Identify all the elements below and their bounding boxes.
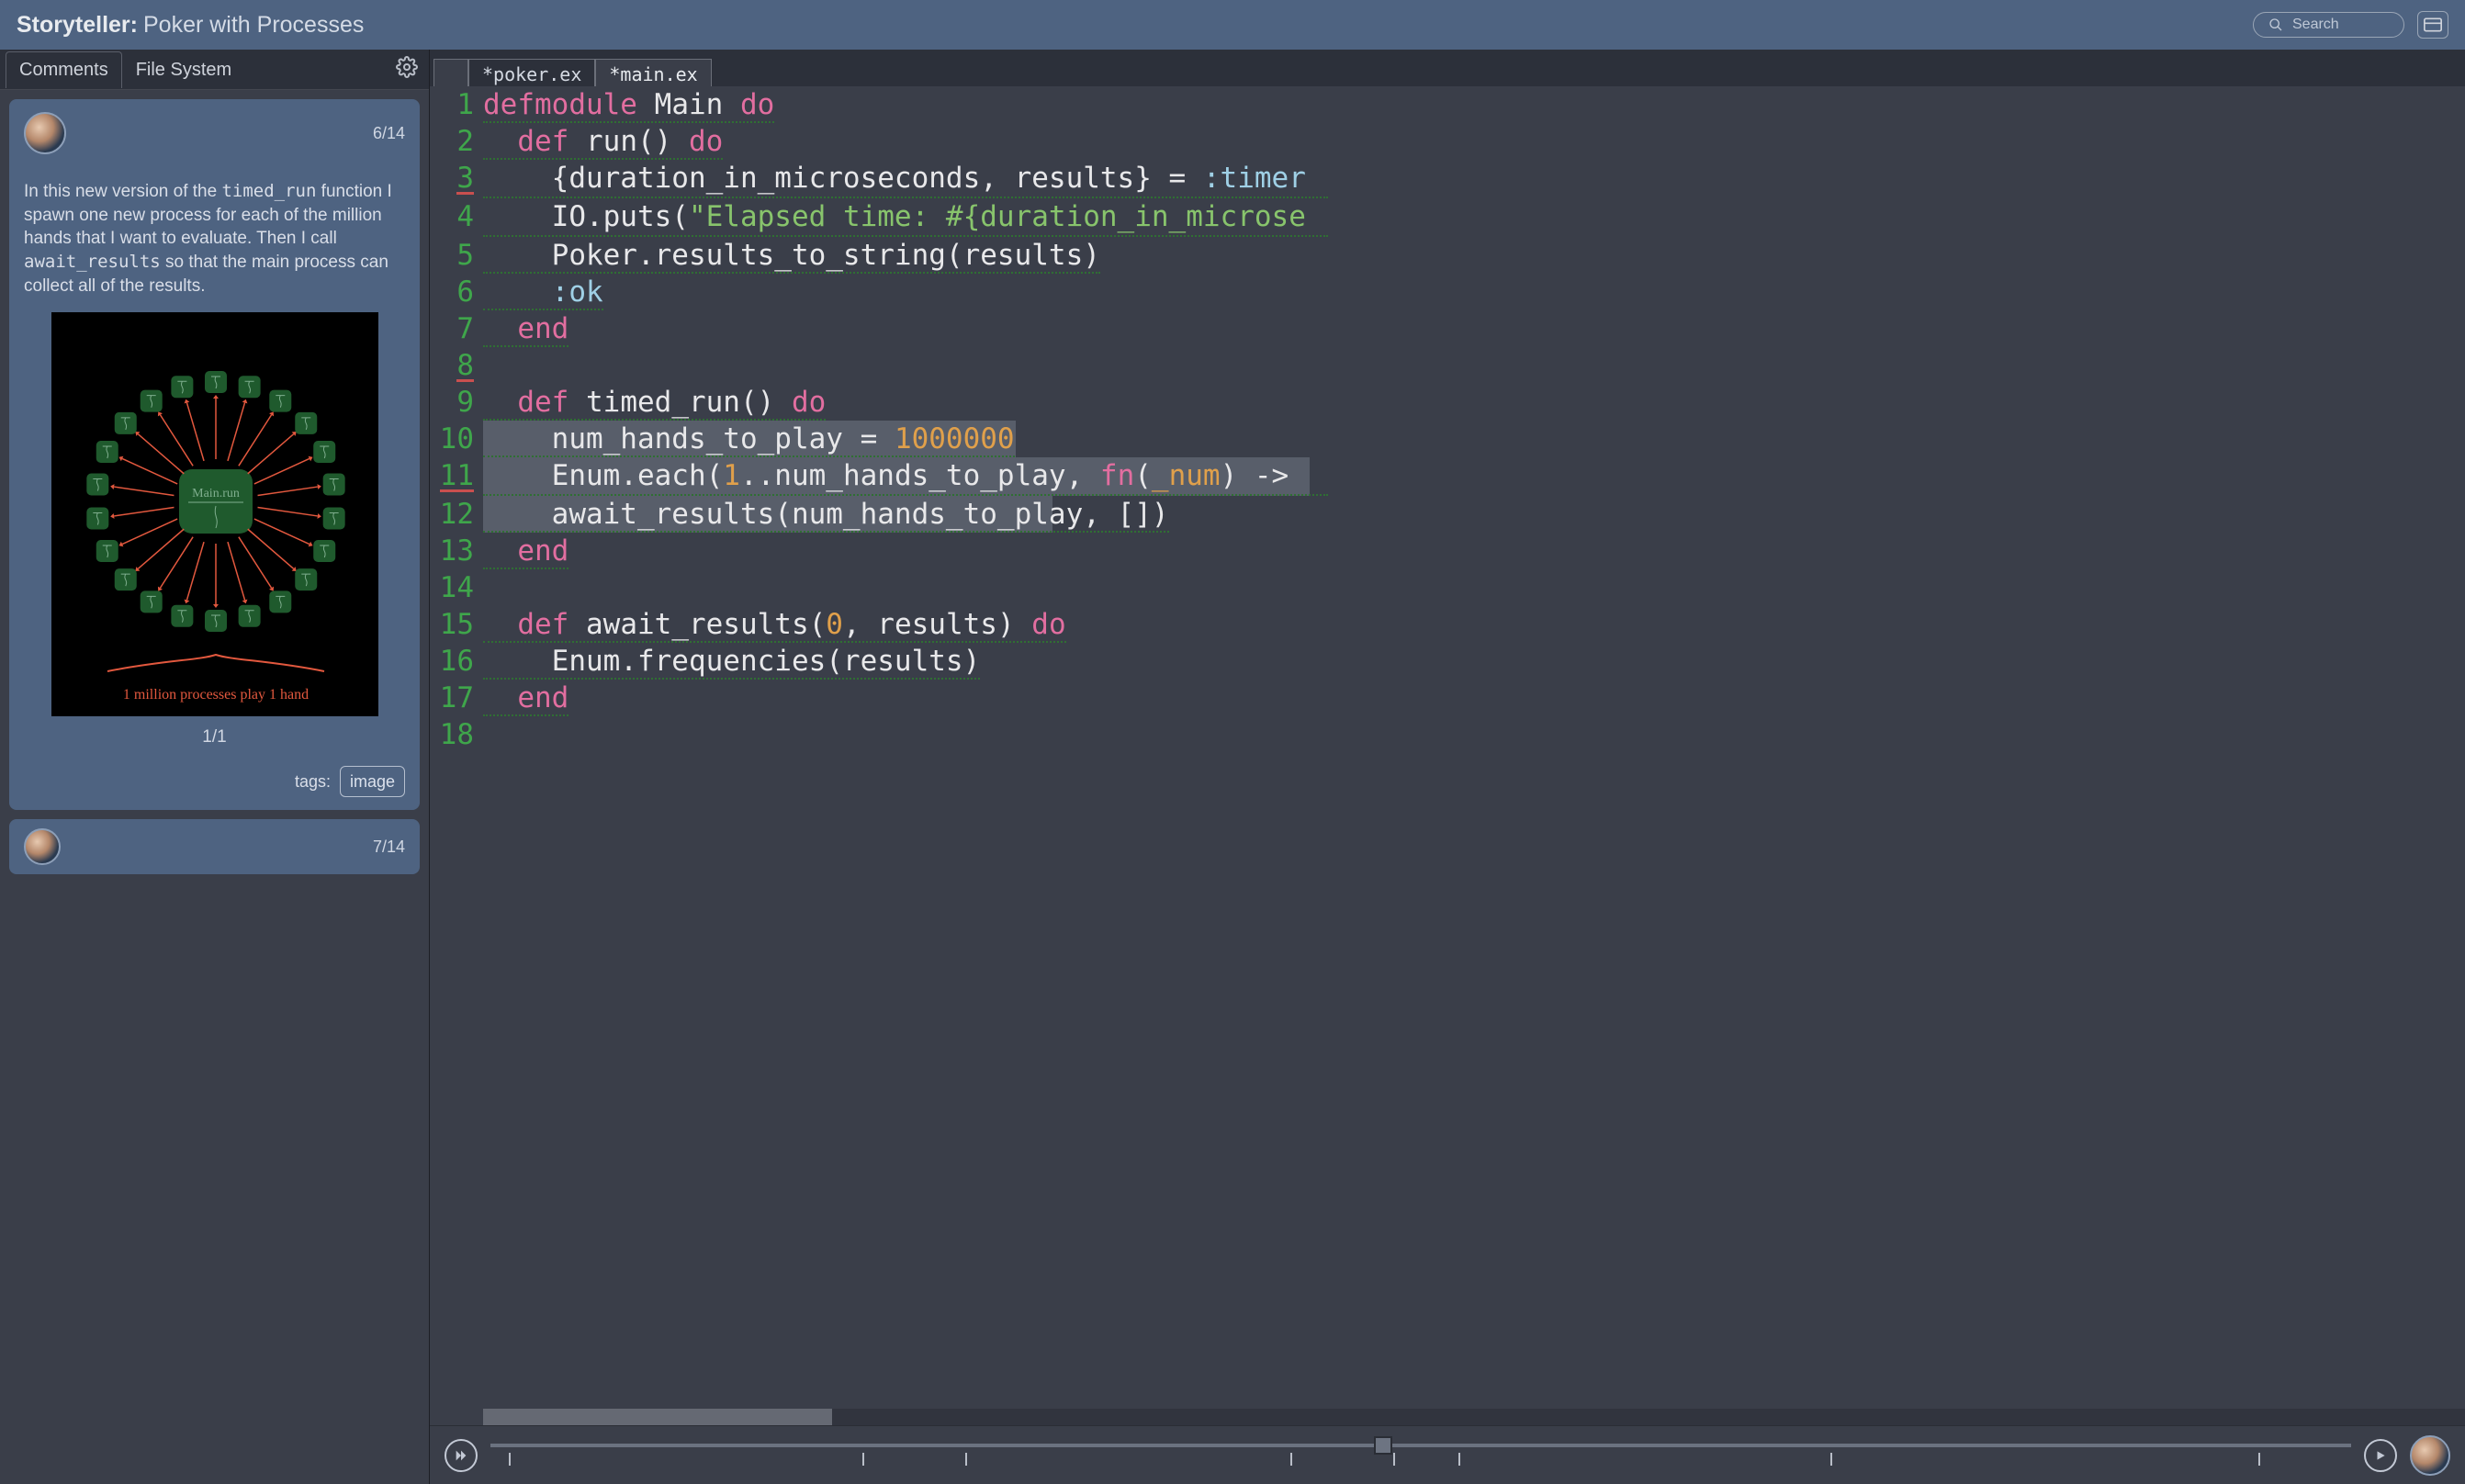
timeline-tick [965, 1453, 967, 1466]
line-number: 13 [430, 533, 483, 569]
settings-button[interactable] [396, 56, 418, 83]
line-number: 18 [430, 716, 483, 753]
comment-image[interactable]: Main.run 1 million processes play 1 hand [51, 312, 378, 716]
app-name: Storyteller: [17, 12, 138, 39]
line-number: 4 [430, 198, 483, 237]
timeline-slider[interactable] [490, 1437, 2351, 1474]
comments-panel: Comments File System 6/14 In this new ve… [0, 50, 430, 1484]
author-avatar [24, 112, 66, 154]
play-button[interactable] [2364, 1439, 2397, 1472]
code-line: 9 def timed_run() do [430, 384, 2465, 421]
code-line: 2 def run() do [430, 123, 2465, 160]
timeline-tick [1458, 1453, 1460, 1466]
line-number: 8 [430, 347, 483, 384]
playback-bar [430, 1425, 2465, 1484]
panel-icon [2424, 17, 2442, 32]
timeline-tick [1290, 1453, 1292, 1466]
app-header: Storyteller: Poker with Processes Search [0, 0, 2465, 50]
comment-body: In this new version of the timed_run fun… [24, 180, 405, 298]
tab-comments[interactable]: Comments [6, 51, 122, 88]
comment-card: 6/14 In this new version of the timed_ru… [9, 99, 420, 810]
diagram-caption: 1 million processes play 1 hand [122, 687, 308, 703]
scrollbar-thumb[interactable] [483, 1409, 832, 1425]
tag-chip[interactable]: image [340, 766, 405, 797]
left-tabs: Comments File System [0, 50, 429, 90]
timeline-tick [2258, 1453, 2260, 1466]
code-line: 12 await_results(num_hands_to_play, []) [430, 496, 2465, 533]
comment-counter: 7/14 [373, 838, 405, 857]
file-tabs: *poker.ex *main.ex [430, 50, 2465, 86]
comment-counter: 6/14 [373, 122, 405, 144]
code-line: 6 :ok [430, 274, 2465, 310]
line-number: 10 [430, 421, 483, 457]
code-line: 17 end [430, 680, 2465, 716]
line-number: 14 [430, 569, 483, 606]
line-number: 16 [430, 643, 483, 680]
search-input[interactable]: Search [2253, 12, 2404, 38]
code-line: 15 def await_results(0, results) do [430, 606, 2465, 643]
code-line: 11 Enum.each(1..num_hands_to_play, fn(_n… [430, 457, 2465, 496]
file-tab-main[interactable]: *main.ex [595, 59, 711, 86]
line-number: 9 [430, 384, 483, 421]
timeline-tick [1830, 1453, 1832, 1466]
comments-scroll[interactable]: 6/14 In this new version of the timed_ru… [0, 90, 429, 1484]
timeline-tick [509, 1453, 511, 1466]
line-number: 15 [430, 606, 483, 643]
search-placeholder: Search [2292, 17, 2339, 33]
play-icon [2374, 1449, 2387, 1462]
line-number: 7 [430, 310, 483, 347]
code-line: 7 end [430, 310, 2465, 347]
tags-label: tags: [295, 770, 331, 793]
timeline-handle[interactable] [1374, 1436, 1392, 1455]
file-tab-poker[interactable]: *poker.ex [468, 59, 595, 86]
line-number: 17 [430, 680, 483, 716]
search-icon [2268, 17, 2283, 32]
code-editor[interactable]: 1defmodule Main do2 def run() do3 {durat… [430, 86, 2465, 1425]
code-line: 5 Poker.results_to_string(results) [430, 237, 2465, 274]
line-number: 3 [430, 160, 483, 198]
tab-filesystem[interactable]: File System [122, 51, 245, 88]
project-title: Poker with Processes [143, 12, 364, 39]
code-line: 13 end [430, 533, 2465, 569]
skip-forward-icon [454, 1448, 468, 1463]
code-line: 10 num_hands_to_play = 1000000 [430, 421, 2465, 457]
panel-toggle-button[interactable] [2417, 11, 2448, 39]
code-line: 18 [430, 716, 2465, 753]
image-counter: 1/1 [202, 725, 226, 749]
author-avatar [24, 828, 61, 865]
skip-forward-button[interactable] [445, 1439, 478, 1472]
line-number: 5 [430, 237, 483, 274]
timeline-tick [1393, 1453, 1395, 1466]
tab-spacer [433, 59, 468, 86]
code-line: 4 IO.puts("Elapsed time: #{duration_in_m… [430, 198, 2465, 237]
editor-panel: *poker.ex *main.ex 1defmodule Main do2 d… [430, 50, 2465, 1484]
code-line: 16 Enum.frequencies(results) [430, 643, 2465, 680]
code-line: 8 [430, 347, 2465, 384]
next-comment-card[interactable]: 7/14 [9, 819, 420, 874]
horizontal-scrollbar[interactable] [483, 1409, 2465, 1425]
line-number: 2 [430, 123, 483, 160]
author-avatar [2410, 1435, 2450, 1476]
line-number: 1 [430, 86, 483, 123]
code-line: 1defmodule Main do [430, 86, 2465, 123]
diagram-center-label: Main.run [192, 487, 240, 500]
gear-icon [396, 56, 418, 78]
timeline-tick [862, 1453, 864, 1466]
code-line: 3 {duration_in_microseconds, results} = … [430, 160, 2465, 198]
code-line: 14 [430, 569, 2465, 606]
line-number: 6 [430, 274, 483, 310]
line-number: 11 [430, 457, 483, 496]
line-number: 12 [430, 496, 483, 533]
